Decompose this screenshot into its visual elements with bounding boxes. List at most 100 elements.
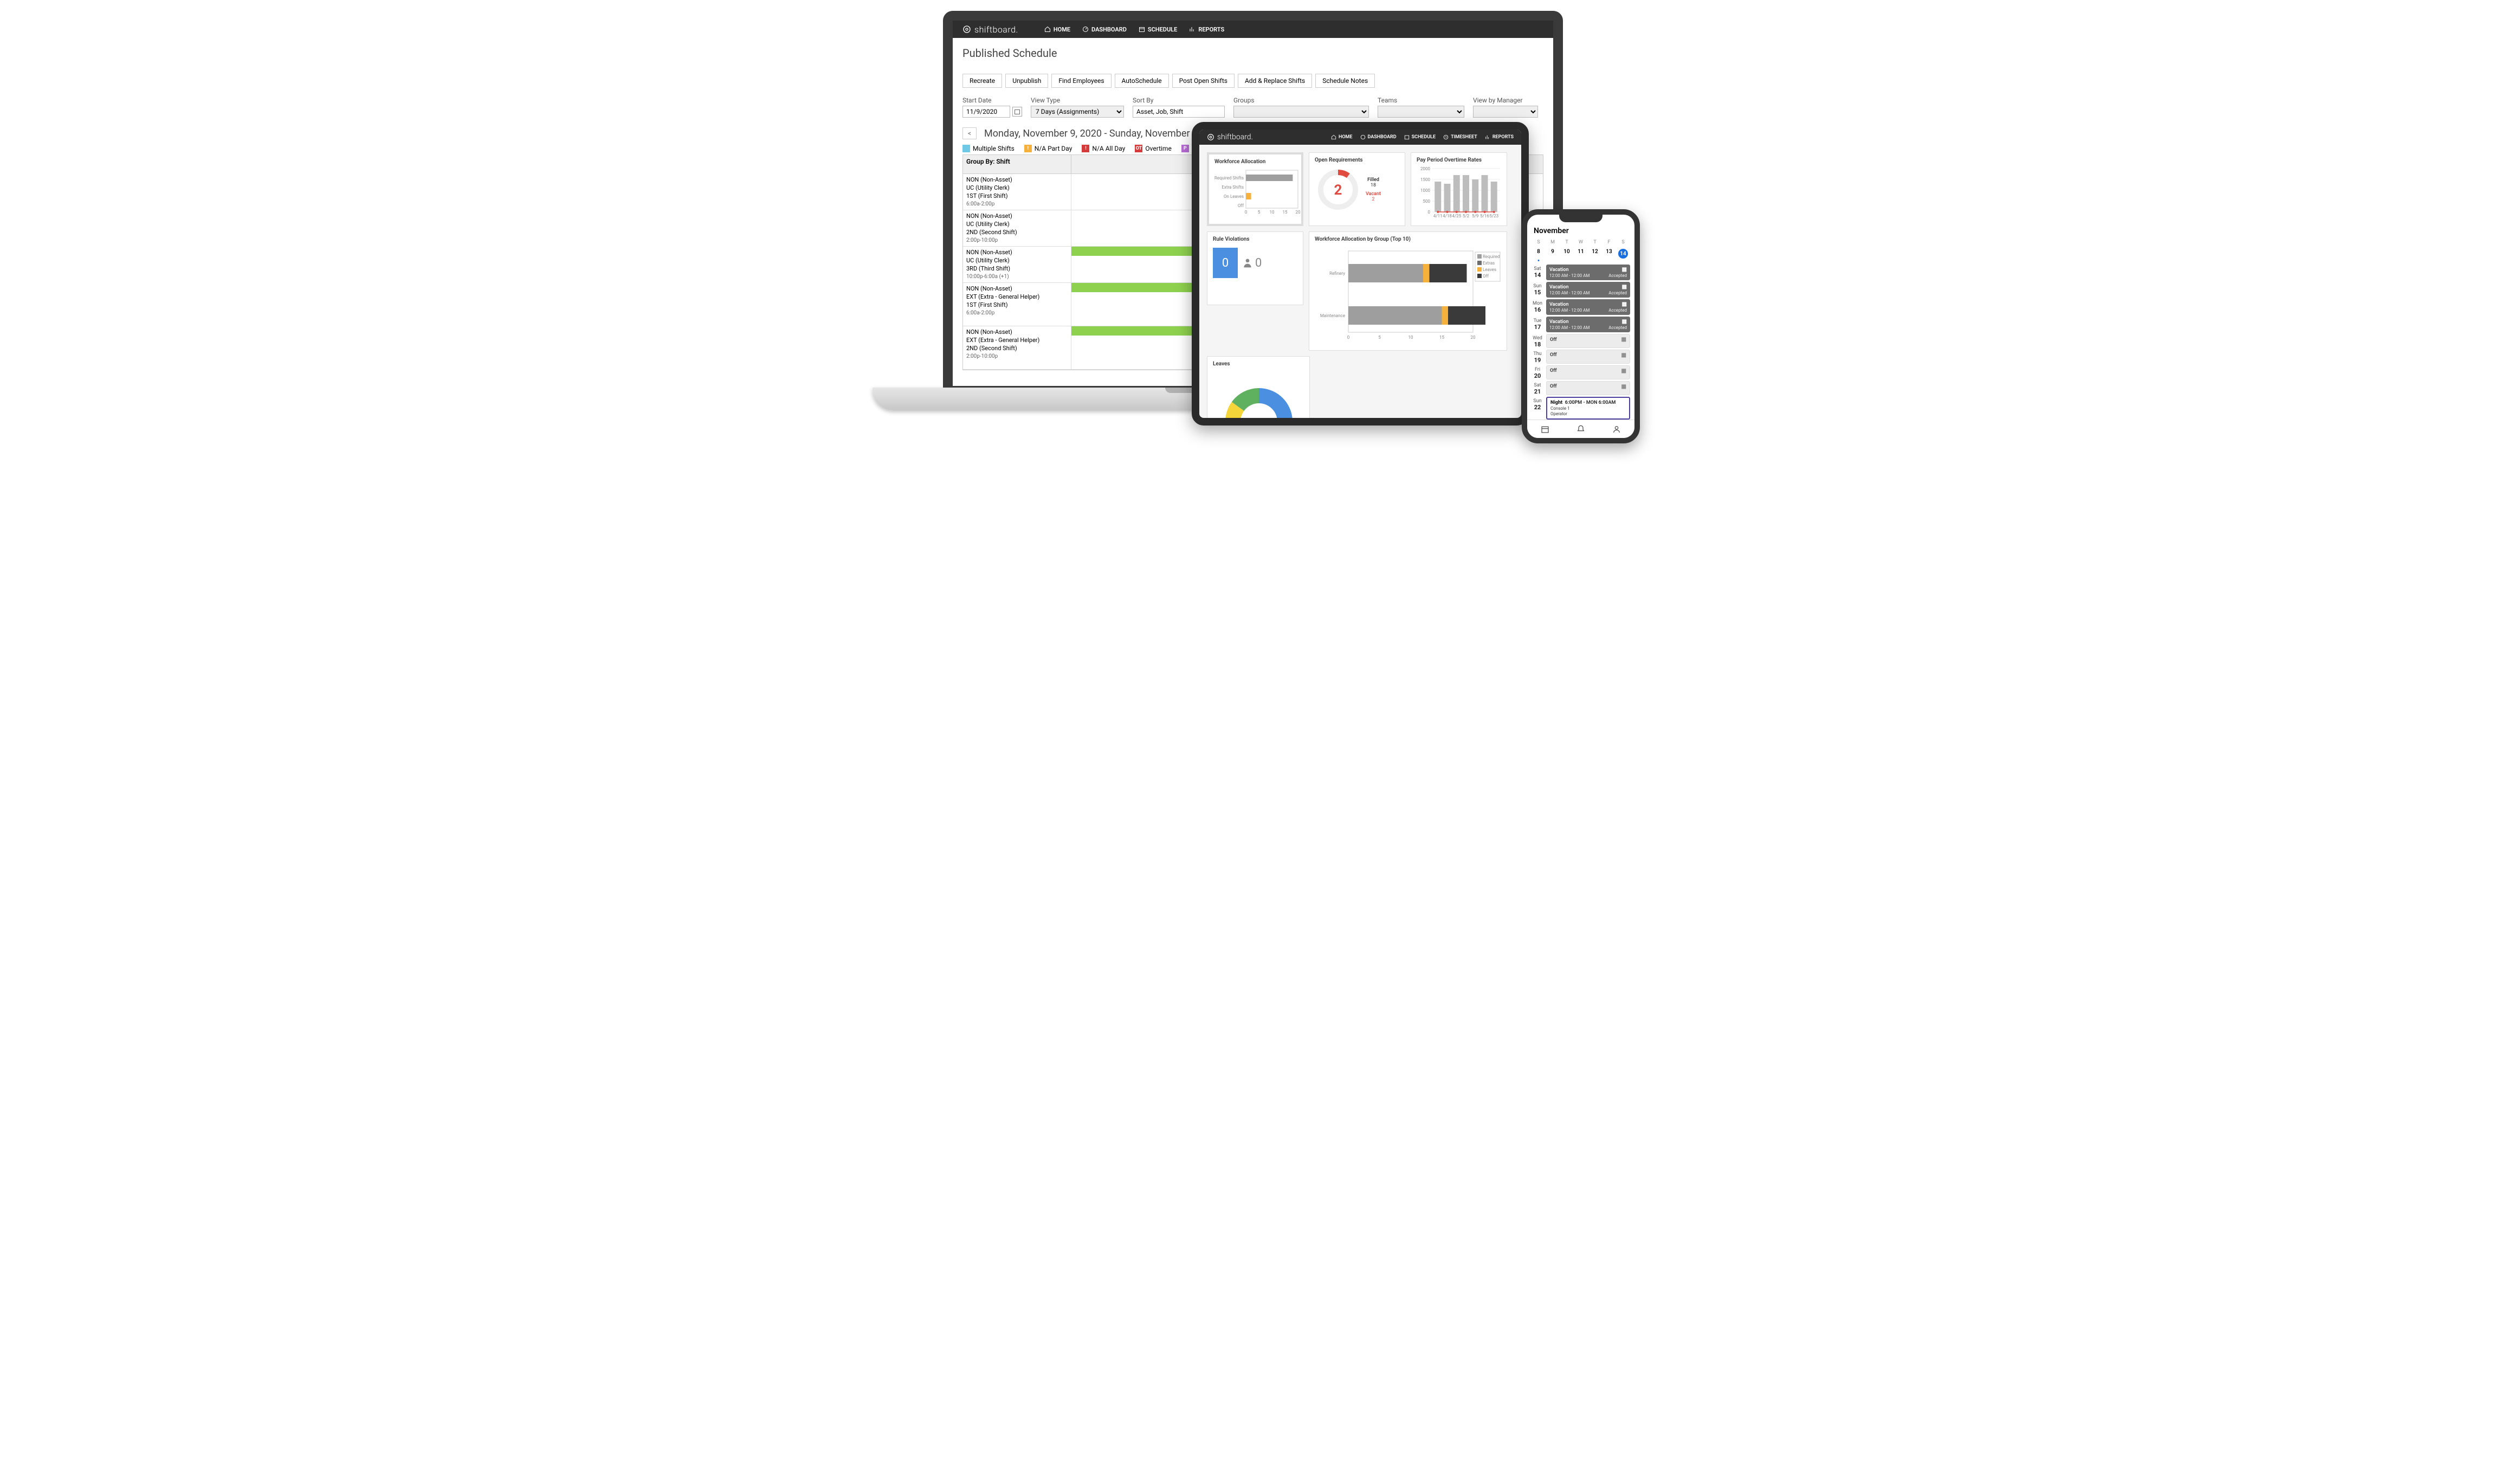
post-open-shifts-button[interactable]: Post Open Shifts — [1172, 74, 1235, 88]
card-title: Rule Violations — [1213, 236, 1297, 242]
event-row[interactable]: Wed18Off▦ — [1532, 334, 1630, 348]
action-buttons: Recreate Unpublish Find Employees AutoSc… — [962, 74, 1543, 88]
add-replace-shifts-button[interactable]: Add & Replace Shifts — [1238, 74, 1312, 88]
tnav-reports[interactable]: REPORTS — [1485, 134, 1514, 140]
calendar-day[interactable]: 9 — [1546, 247, 1560, 260]
nav-schedule[interactable]: SCHEDULE — [1139, 26, 1177, 33]
unpublish-button[interactable]: Unpublish — [1005, 74, 1048, 88]
calendar-icon — [1404, 134, 1410, 140]
view-manager-select[interactable] — [1473, 106, 1538, 118]
calendar-day[interactable]: 10 — [1560, 247, 1574, 260]
event-row[interactable]: Mon16Vacation▦12:00 AM - 12:00 AMAccepte… — [1532, 299, 1630, 315]
tnav-home[interactable]: HOME — [1331, 134, 1353, 140]
legend-swatch-naall: ! — [1082, 145, 1089, 152]
grid-header-group: Group By: Shift — [963, 155, 1071, 173]
tnav-timesheet[interactable]: TIMESHEET — [1443, 134, 1477, 140]
svg-text:1500: 1500 — [1420, 177, 1430, 182]
recreate-button[interactable]: Recreate — [962, 74, 1002, 88]
card-open-requirements[interactable]: Open Requirements 2 Filled 18 Vacant 2 — [1309, 152, 1405, 226]
tablet-nav: HOME DASHBOARD SCHEDULE TIMESHEET REPORT… — [1331, 134, 1514, 140]
brand-text: shiftboard. — [974, 24, 1018, 35]
card-rule-violations[interactable]: Rule Violations 0 0 — [1207, 231, 1303, 305]
nav-reports[interactable]: REPORTS — [1189, 26, 1224, 33]
svg-text:Maintenance: Maintenance — [1320, 313, 1345, 318]
calendar-icon[interactable] — [1541, 425, 1549, 434]
clock-icon — [1443, 134, 1449, 140]
event-row[interactable]: Fri20Off▦ — [1532, 365, 1630, 379]
legend-napart: N/A Part Day — [1035, 145, 1072, 152]
calendar-day[interactable]: 12 — [1588, 247, 1602, 260]
svg-text:Off: Off — [1483, 274, 1489, 279]
svg-text:20: 20 — [1296, 210, 1301, 215]
tablet-device: shiftboard. HOME DASHBOARD SCHEDULE TIME… — [1192, 122, 1529, 426]
event-row[interactable]: Tue17Vacation▦12:00 AM - 12:00 AMAccepte… — [1532, 317, 1630, 332]
nav-home[interactable]: HOME — [1044, 26, 1070, 33]
start-date-input[interactable] — [962, 106, 1010, 118]
calendar-day[interactable]: 11 — [1574, 247, 1588, 260]
phone-days-row: 891011121314 — [1532, 245, 1630, 265]
tnav-dashboard[interactable]: DASHBOARD — [1360, 134, 1397, 140]
workforce-allocation-chart: Required ShiftsExtra ShiftsOn LeavesOff0… — [1214, 168, 1300, 222]
calendar-picker-icon[interactable] — [1012, 107, 1022, 117]
event-row[interactable]: Sat14Vacation▦12:00 AM - 12:00 AMAccepte… — [1532, 265, 1630, 280]
calendar-day[interactable]: 13 — [1602, 247, 1616, 260]
event-row[interactable]: Sun15Vacation▦12:00 AM - 12:00 AMAccepte… — [1532, 282, 1630, 298]
teams-select[interactable] — [1378, 106, 1464, 118]
calendar-day[interactable]: 8 — [1532, 247, 1546, 260]
brand-logo: shiftboard. — [962, 24, 1018, 35]
chart-icon — [1485, 134, 1490, 140]
card-workforce-allocation[interactable]: Workforce Allocation Required ShiftsExtr… — [1207, 152, 1303, 226]
rule-person-count: 0 — [1255, 256, 1262, 270]
card-title: Workforce Allocation by Group (Top 10) — [1315, 236, 1501, 242]
sort-by-input[interactable] — [1133, 106, 1225, 118]
svg-text:2: 2 — [1334, 182, 1342, 198]
phone-notch — [1559, 215, 1603, 222]
legend-swatch-partial: P — [1181, 145, 1189, 152]
legend-multi: Multiple Shifts — [973, 145, 1015, 152]
view-manager-label: View by Manager — [1473, 96, 1538, 104]
card-title: Open Requirements — [1315, 157, 1399, 163]
bell-icon[interactable] — [1576, 425, 1585, 434]
svg-text:Refinery: Refinery — [1329, 271, 1345, 276]
svg-text:0: 0 — [1347, 335, 1350, 340]
chart-icon — [1189, 26, 1196, 33]
svg-text:0: 0 — [1245, 210, 1248, 215]
user-icon[interactable] — [1612, 425, 1621, 434]
calendar-icon — [1139, 26, 1145, 33]
view-type-select[interactable]: 7 Days (Assignments) — [1031, 106, 1124, 118]
nav-dashboard[interactable]: DASHBOARD — [1082, 26, 1127, 33]
phone-dow-row: SMTWTFS — [1532, 240, 1630, 245]
svg-text:2000: 2000 — [1420, 166, 1430, 171]
dashboard-icon — [1360, 134, 1366, 140]
event-row[interactable]: Sun22Night 6:00PM - MON 6:00AMConsole 1O… — [1532, 397, 1630, 420]
autoschedule-button[interactable]: AutoSchedule — [1115, 74, 1169, 88]
person-icon — [1242, 256, 1253, 270]
tnav-schedule[interactable]: SCHEDULE — [1404, 134, 1436, 140]
prev-week-button[interactable]: < — [962, 127, 977, 139]
svg-text:5/9: 5/9 — [1472, 214, 1478, 218]
event-row[interactable]: Thu19Off▦ — [1532, 350, 1630, 364]
date-range: Monday, November 9, 2020 - Sunday, Novem… — [984, 128, 1198, 139]
vacant-value: 2 — [1366, 197, 1381, 202]
card-overtime[interactable]: Pay Period Overtime Rates 05001000150020… — [1411, 152, 1507, 226]
groups-select[interactable] — [1233, 106, 1369, 118]
calendar-day[interactable]: 14 — [1616, 247, 1630, 260]
svg-text:Extra Shifts: Extra Shifts — [1222, 185, 1244, 190]
svg-text:500: 500 — [1423, 199, 1431, 204]
card-title: Workforce Allocation — [1214, 159, 1296, 165]
card-allocation-by-group[interactable]: Workforce Allocation by Group (Top 10) R… — [1309, 231, 1507, 351]
card-leaves[interactable]: Leaves — [1207, 356, 1310, 426]
svg-text:5/23: 5/23 — [1489, 214, 1498, 218]
schedule-notes-button[interactable]: Schedule Notes — [1315, 74, 1375, 88]
page-title: Published Schedule — [962, 47, 1543, 60]
allocation-by-group-chart: RefineryMaintenance05101520RequiredExtra… — [1315, 246, 1502, 345]
find-employees-button[interactable]: Find Employees — [1051, 74, 1111, 88]
gear-icon — [1207, 133, 1214, 141]
vacant-label: Vacant — [1366, 191, 1381, 197]
event-row[interactable]: Sat21Off▦ — [1532, 381, 1630, 395]
svg-text:4/18: 4/18 — [1443, 214, 1452, 218]
filled-value: 18 — [1366, 183, 1381, 188]
groups-label: Groups — [1233, 96, 1369, 104]
sort-by-label: Sort By — [1133, 96, 1225, 104]
phone-month: November — [1534, 227, 1630, 235]
